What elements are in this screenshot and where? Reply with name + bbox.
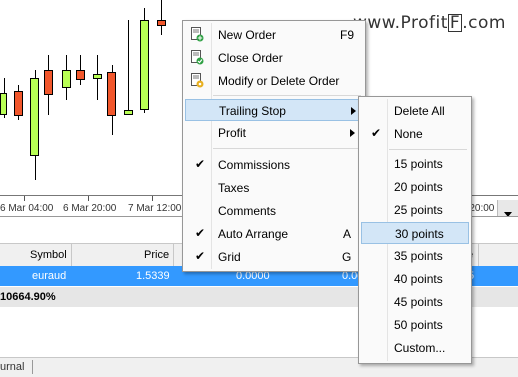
candle: [93, 74, 102, 79]
x-axis-label: 6 Mar 04:00: [0, 203, 54, 214]
menu-item-label: None: [394, 127, 423, 141]
submenu-item-35-points[interactable]: 35 points: [361, 245, 469, 267]
submenu-item-30-points[interactable]: 30 points: [361, 222, 469, 244]
watermark-suffix: .com: [462, 13, 506, 33]
menu-item-label: Commissions: [218, 158, 291, 172]
tab-journal[interactable]: urnal: [0, 361, 24, 373]
candle: [157, 20, 166, 26]
menu-item-label: 15 points: [394, 157, 443, 171]
menu-item-profit[interactable]: Profit: [185, 122, 363, 144]
submenu-item-custom[interactable]: Custom...: [361, 337, 469, 359]
submenu-item-40-points[interactable]: 40 points: [361, 268, 469, 290]
candle: [62, 70, 71, 88]
checkmark-icon: ✔: [195, 157, 206, 171]
cell-symbol: euraud: [32, 270, 67, 282]
checkmark-icon: ✔: [195, 249, 206, 263]
total-value: 10664.90%: [0, 291, 56, 303]
close-order-icon: [191, 50, 204, 65]
new-order-icon: [191, 27, 204, 42]
menu-item-grid[interactable]: ✔ Grid G: [185, 246, 363, 268]
menu-separator: [389, 149, 467, 150]
menu-item-label: 25 points: [394, 203, 443, 217]
menu-item-label: 50 points: [394, 318, 443, 332]
candle: [30, 78, 39, 156]
candle: [0, 93, 7, 115]
x-axis-label: 7 Mar 12:00: [128, 203, 182, 214]
menu-item-label: New Order: [218, 28, 277, 42]
menu-separator: [213, 95, 361, 96]
menu-item-auto-arrange[interactable]: ✔ Auto Arrange A: [185, 223, 363, 245]
menu-item-trailing-stop[interactable]: Trailing Stop: [185, 99, 363, 121]
menu-item-label: Grid: [218, 250, 241, 264]
menu-item-label: Trailing Stop: [219, 104, 286, 118]
submenu-item-15-points[interactable]: 15 points: [361, 153, 469, 175]
menu-item-taxes[interactable]: Taxes: [185, 177, 363, 199]
submenu-arrow-icon: [350, 129, 355, 137]
x-tick: [152, 196, 153, 201]
x-tick: [88, 196, 89, 201]
menu-item-modify-order[interactable]: Modify or Delete Order: [185, 70, 363, 92]
submenu-item-45-points[interactable]: 45 points: [361, 291, 469, 313]
shortcut-label: F9: [340, 28, 355, 42]
menu-item-label: Delete All: [394, 104, 445, 118]
menu-item-label: 40 points: [394, 272, 443, 286]
watermark-letter: F: [447, 13, 463, 33]
tab-separator: [32, 360, 33, 374]
candle: [76, 70, 85, 80]
menu-item-label: 35 points: [394, 249, 443, 263]
submenu-item-25-points[interactable]: 25 points: [361, 199, 469, 221]
x-tick: [24, 196, 25, 201]
column-separator[interactable]: [478, 244, 479, 266]
menu-item-label: 45 points: [394, 295, 443, 309]
watermark-text: www.Profit: [353, 13, 448, 33]
menu-item-label: Comments: [218, 204, 277, 218]
modify-order-icon: [191, 73, 204, 88]
candle: [14, 91, 23, 116]
column-header-symbol[interactable]: Symbol: [30, 249, 67, 261]
candle: [44, 70, 53, 95]
checkmark-icon: ✔: [371, 126, 382, 140]
context-menu: New Order F9 Close Order Modify or Delet…: [182, 20, 366, 272]
menu-item-close-order[interactable]: Close Order: [185, 47, 363, 69]
x-axis-label: 6 Mar 20:00: [63, 203, 117, 214]
submenu-item-none[interactable]: ✔ None: [361, 123, 469, 145]
menu-item-label: 30 points: [395, 227, 444, 241]
menu-separator: [213, 148, 361, 149]
submenu-item-50-points[interactable]: 50 points: [361, 314, 469, 336]
menu-item-comments[interactable]: Comments: [185, 200, 363, 222]
menu-item-label: Close Order: [218, 51, 283, 65]
shortcut-label: A: [343, 227, 352, 241]
column-separator[interactable]: [173, 244, 174, 266]
menu-item-label: Profit: [218, 126, 247, 140]
candle: [124, 110, 133, 115]
column-header-price[interactable]: Price: [144, 249, 169, 261]
candle-wick: [128, 20, 129, 115]
submenu-item-20-points[interactable]: 20 points: [361, 176, 469, 198]
trailing-stop-submenu: Delete All ✔ None 15 points 20 points 25…: [358, 96, 472, 364]
candle-wick: [161, 0, 162, 35]
candle: [107, 72, 116, 116]
menu-item-label: Auto Arrange: [218, 227, 289, 241]
submenu-arrow-icon: [351, 107, 356, 115]
menu-item-commissions[interactable]: ✔ Commissions: [185, 154, 363, 176]
column-separator[interactable]: [71, 244, 72, 266]
submenu-item-delete-all[interactable]: Delete All: [361, 100, 469, 122]
menu-item-label: 20 points: [394, 180, 443, 194]
watermark-logo: www.Profit F .com: [353, 13, 506, 33]
menu-item-label: Modify or Delete Order: [218, 74, 340, 88]
menu-item-label: Custom...: [394, 341, 446, 355]
checkmark-icon: ✔: [195, 226, 206, 240]
shortcut-label: G: [342, 250, 352, 264]
menu-item-label: Taxes: [218, 181, 250, 195]
menu-item-new-order[interactable]: New Order F9: [185, 24, 363, 46]
cell-price: 1.5339: [136, 270, 170, 282]
candle: [140, 20, 149, 110]
